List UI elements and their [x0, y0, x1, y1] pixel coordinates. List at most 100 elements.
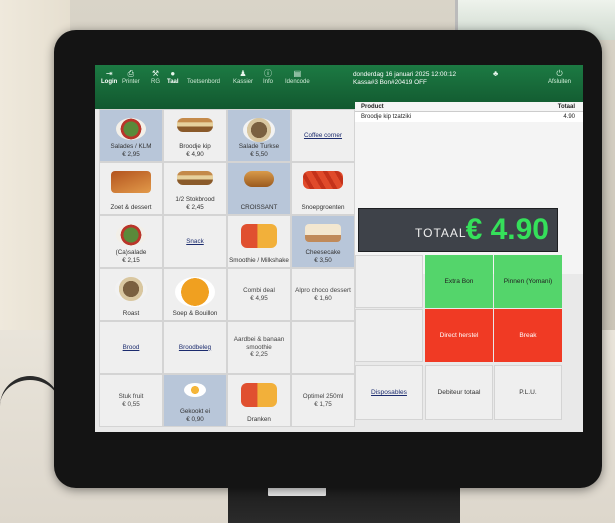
toetsenbord-button[interactable]: Toetsenbord [187, 70, 220, 86]
product-tile-alpro-choco-dessert[interactable]: Alpro choco dessert € 1,60 [291, 268, 355, 321]
product-price: € 5,50 [250, 150, 268, 158]
rg-button[interactable]: ⚒ RG [151, 70, 160, 86]
product-tile-1-2-stokbrood[interactable]: 1/2 Stokbrood € 2,45 [163, 162, 227, 215]
product-name: Combi deal [243, 287, 275, 294]
product-price: € 1,60 [314, 294, 332, 302]
keyboard-icon [187, 70, 220, 79]
product-name: Coffee corner [303, 131, 343, 139]
product-tile-label: Aardbei & banaan smoothie € 2,25 [228, 336, 290, 359]
product-tile-label: Stuk fruit € 0,55 [119, 393, 144, 408]
pie-image [111, 171, 151, 193]
product-tile-optimel-250ml[interactable]: Optimel 250ml € 1,75 [291, 374, 355, 427]
product-tile-label: CROISSANT [241, 204, 278, 212]
product-price: € 0,55 [122, 400, 140, 408]
product-tile-empty [291, 321, 355, 374]
product-tile-dranken[interactable]: Dranken [227, 374, 291, 427]
extra-bon-button[interactable]: Extra Bon [425, 255, 493, 308]
order-line-name: Broodje kip tzatziki [361, 114, 412, 120]
kassier-button[interactable]: ♟ Kassier [233, 70, 253, 86]
product-tile-salade-turkse[interactable]: Salade Turkse € 5,50 [227, 109, 291, 162]
product-price: € 1,75 [314, 400, 332, 408]
product-tile-snack[interactable]: Snack [163, 215, 227, 268]
product-name: Brood [122, 343, 140, 351]
product-tile-stuk-fruit[interactable]: Stuk fruit € 0,55 [99, 374, 163, 427]
info-button[interactable]: ⓘ Info [263, 70, 273, 86]
register-line: Kassa#3 Bon#20419 OFF [353, 79, 427, 86]
bowl-image [115, 277, 147, 301]
break-button[interactable]: Break [494, 309, 562, 362]
product-tile-label: (Ca)salade € 2,15 [116, 249, 147, 264]
product-tile-broodje-kip[interactable]: Broodje kip € 4,90 [163, 109, 227, 162]
product-tile-coffee-corner[interactable]: Coffee corner [291, 109, 355, 162]
product-name: CROISSANT [240, 203, 278, 211]
product-column-header: Product [361, 104, 384, 110]
product-tile-smoothie-milkshake[interactable]: Smoothie / Milkshake [227, 215, 291, 268]
product-price: € 2,25 [250, 351, 268, 359]
product-tile-aardbei-banaan-smoothie[interactable]: Aardbei & banaan smoothie € 2,25 [227, 321, 291, 374]
product-name: (Ca)salade [115, 249, 147, 256]
product-tile-label: Broodje kip € 4,90 [179, 143, 211, 158]
product-price: € 4,90 [186, 150, 204, 158]
empty-action-slot-2 [355, 309, 423, 362]
cake-image [305, 224, 341, 242]
product-tile-label: Dranken [247, 416, 271, 424]
total-column-header: Totaal [557, 104, 575, 110]
product-tile-label: Zoet & dessert [111, 204, 152, 212]
plu-button[interactable]: P.L.U. [494, 365, 562, 420]
order-header: Product Totaal [355, 102, 583, 112]
product-price: € 4,95 [250, 294, 268, 302]
disposables-button[interactable]: Disposables [355, 365, 423, 420]
product-tile-roast[interactable]: Roast [99, 268, 163, 321]
product-tile-salades-klm[interactable]: Salades / KLM € 2,95 [99, 109, 163, 162]
product-name: Broodje kip [179, 143, 211, 150]
product-name: Roast [122, 309, 140, 317]
product-tile-label: Alpro choco dessert € 1,60 [295, 287, 351, 302]
afsluiten-button[interactable]: ⏻ Afsluiten [548, 70, 571, 86]
product-tile-label: Gekookt ei € 0,90 [180, 408, 210, 423]
product-tile-ca-salade[interactable]: (Ca)salade € 2,15 [99, 215, 163, 268]
taal-button[interactable]: ● Taal [167, 70, 179, 86]
product-grid: Salades / KLM € 2,95 Broodje kip € 4,90 Sala… [99, 109, 355, 427]
product-tile-label: Salade Turkse € 5,50 [239, 143, 279, 158]
product-tile-label: Combi deal € 4,95 [243, 287, 275, 302]
product-tile-label: 1/2 Stokbrood € 2,45 [175, 196, 214, 211]
product-name: Snack [186, 237, 204, 245]
salad-image [116, 118, 146, 140]
direct-herstel-button[interactable]: Direct herstel [425, 309, 493, 362]
idencode-button[interactable]: ▤ Idencode [285, 70, 310, 86]
product-tile-gekookt-ei[interactable]: Gekookt ei € 0,90 [163, 374, 227, 427]
printer-icon: ⎙ [127, 69, 135, 78]
product-tile-label: Soep & Bouillon [173, 310, 218, 318]
login-button[interactable]: ⇥ Login [101, 70, 117, 86]
product-price: € 2,15 [122, 256, 140, 264]
product-tile-croissant[interactable]: CROISSANT [227, 162, 291, 215]
tools-icon: ⚒ [151, 69, 160, 78]
product-name: Optimel 250ml [302, 393, 344, 400]
product-tile-soep-bouillon[interactable]: Soep & Bouillon [163, 268, 227, 321]
printer-button[interactable]: ⎙ Printer [122, 70, 140, 86]
product-name: Salade Turkse [238, 143, 280, 150]
product-tile-broodbeleg[interactable]: Broodbeleg [163, 321, 227, 374]
login-icon: ⇥ [105, 69, 113, 78]
product-tile-snoepgroenten[interactable]: Snoepgroenten [291, 162, 355, 215]
product-tile-zoet-dessert[interactable]: Zoet & dessert [99, 162, 163, 215]
product-tile-combi-deal[interactable]: Combi deal € 4,95 [227, 268, 291, 321]
product-name: Stuk fruit [118, 393, 144, 400]
total-label: TOTAAL [415, 226, 467, 240]
order-line-amount: 4.90 [563, 114, 575, 120]
info-icon: ⓘ [264, 69, 272, 78]
pinnen-button[interactable]: Pinnen (Yomani) [494, 255, 562, 308]
product-tile-brood[interactable]: Brood [99, 321, 163, 374]
soup-image [175, 277, 215, 307]
croissant-image [244, 171, 274, 187]
product-tile-label: Smoothie / Milkshake [229, 257, 289, 265]
product-name: Smoothie / Milkshake [229, 256, 289, 264]
user-icon: ♟ [239, 69, 247, 78]
debiteur-totaal-button[interactable]: Debiteur totaal [425, 365, 493, 420]
product-tile-cheesecake[interactable]: Cheesecake € 3,50 [291, 215, 355, 268]
product-name: Aardbei & banaan smoothie [233, 336, 285, 351]
product-name: Zoet & dessert [110, 203, 152, 211]
order-line[interactable]: Broodje kip tzatziki 4.90 [355, 112, 583, 122]
product-tile-label: Coffee corner [304, 132, 342, 140]
drinks-image [241, 383, 277, 407]
